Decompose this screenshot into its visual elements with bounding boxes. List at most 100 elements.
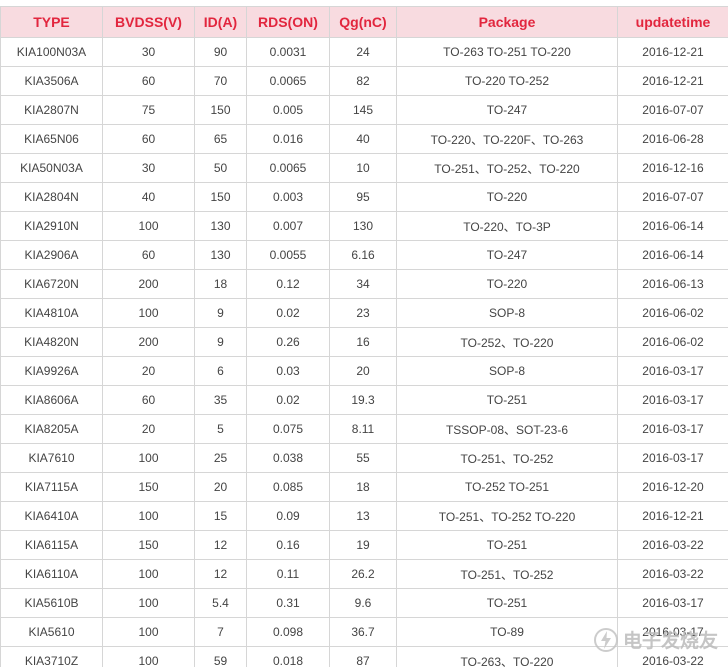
cell-rds-on: 0.007 [246, 211, 330, 241]
cell-bvdss: 100 [102, 443, 195, 473]
cell-updatetime: 2016-12-16 [617, 153, 728, 183]
cell-type: KIA100N03A [0, 37, 103, 67]
cell-bvdss: 100 [102, 617, 195, 647]
cell-package: SOP-8 [396, 356, 618, 386]
cell-type: KIA5610B [0, 588, 103, 618]
cell-type: KIA2807N [0, 95, 103, 125]
cell-bvdss: 150 [102, 530, 195, 560]
cell-package: TO-220、TO-220F、TO-263 [396, 124, 618, 154]
cell-package: TO-251 [396, 530, 618, 560]
cell-package: TO-251 [396, 385, 618, 415]
cell-rds-on: 0.12 [246, 269, 330, 299]
cell-type: KIA7610 [0, 443, 103, 473]
cell-rds-on: 0.03 [246, 356, 330, 386]
table-row: KIA100N03A 30 90 0.0031 24 TO-263 TO-251 TO-2… [0, 37, 728, 67]
cell-package: TO-220 TO-252 [396, 66, 618, 96]
cell-bvdss: 30 [102, 37, 195, 67]
cell-id: 5 [194, 414, 247, 444]
cell-type: KIA6115A [0, 530, 103, 560]
cell-package: TO-251、TO-252 TO-220 [396, 501, 618, 531]
column-header-rds-on: RDS(ON) [246, 6, 330, 38]
table-row: KIA6115A 150 12 0.16 19 TO-251 2016-03-22 [0, 530, 728, 560]
cell-rds-on: 0.003 [246, 182, 330, 212]
cell-id: 70 [194, 66, 247, 96]
cell-rds-on: 0.005 [246, 95, 330, 125]
column-header-updatetime: updatetime [617, 6, 728, 38]
cell-bvdss: 60 [102, 124, 195, 154]
table-row: KIA8606A 60 35 0.02 19.3 TO-251 2016-03-17 [0, 385, 728, 415]
cell-qg: 145 [329, 95, 397, 125]
cell-id: 150 [194, 182, 247, 212]
cell-package: TO-220 [396, 269, 618, 299]
cell-bvdss: 60 [102, 240, 195, 270]
cell-rds-on: 0.31 [246, 588, 330, 618]
cell-rds-on: 0.098 [246, 617, 330, 647]
cell-updatetime: 2016-03-17 [617, 414, 728, 444]
column-header-type: TYPE [0, 6, 103, 38]
cell-type: KIA2910N [0, 211, 103, 241]
cell-id: 5.4 [194, 588, 247, 618]
table-row: KIA2804N 40 150 0.003 95 TO-220 2016-07-07 [0, 182, 728, 212]
cell-bvdss: 100 [102, 588, 195, 618]
table-body: KIA100N03A 30 90 0.0031 24 TO-263 TO-251 TO-2… [0, 37, 728, 667]
cell-qg: 20 [329, 356, 397, 386]
table-header-row: TYPE BVDSS(V) ID(A) RDS(ON) Qg(nC) Package upd… [0, 6, 728, 38]
cell-bvdss: 200 [102, 269, 195, 299]
cell-type: KIA6410A [0, 501, 103, 531]
cell-bvdss: 100 [102, 298, 195, 328]
cell-type: KIA5610 [0, 617, 103, 647]
cell-updatetime: 2016-12-21 [617, 37, 728, 67]
cell-package: TO-251、TO-252、TO-220 [396, 153, 618, 183]
cell-bvdss: 100 [102, 211, 195, 241]
column-header-id: ID(A) [194, 6, 247, 38]
cell-updatetime: 2016-03-22 [617, 530, 728, 560]
table-row: KIA2910N 100 130 0.007 130 TO-220、TO-3P 2016-0… [0, 211, 728, 241]
cell-rds-on: 0.0065 [246, 66, 330, 96]
table-row: KIA4820N 200 9 0.26 16 TO-252、TO-220 2016-06-0… [0, 327, 728, 357]
cell-bvdss: 30 [102, 153, 195, 183]
cell-bvdss: 200 [102, 327, 195, 357]
cell-package: TO-252、TO-220 [396, 327, 618, 357]
cell-qg: 87 [329, 646, 397, 667]
cell-rds-on: 0.075 [246, 414, 330, 444]
cell-updatetime: 2016-03-17 [617, 443, 728, 473]
cell-updatetime: 2016-03-22 [617, 646, 728, 667]
cell-updatetime: 2016-07-07 [617, 95, 728, 125]
cell-package: TSSOP-08、SOT-23-6 [396, 414, 618, 444]
cell-updatetime: 2016-06-13 [617, 269, 728, 299]
table-row: KIA50N03A 30 50 0.0065 10 TO-251、TO-252、TO-22… [0, 153, 728, 183]
cell-id: 9 [194, 298, 247, 328]
cell-bvdss: 20 [102, 414, 195, 444]
cell-updatetime: 2016-12-21 [617, 66, 728, 96]
cell-id: 50 [194, 153, 247, 183]
cell-package: TO-251、TO-252 [396, 443, 618, 473]
cell-id: 130 [194, 240, 247, 270]
cell-qg: 82 [329, 66, 397, 96]
cell-bvdss: 75 [102, 95, 195, 125]
cell-updatetime: 2016-12-21 [617, 501, 728, 531]
cell-type: KIA4810A [0, 298, 103, 328]
cell-id: 9 [194, 327, 247, 357]
cell-bvdss: 20 [102, 356, 195, 386]
cell-qg: 19 [329, 530, 397, 560]
table-row: KIA9926A 20 6 0.03 20 SOP-8 2016-03-17 [0, 356, 728, 386]
cell-id: 150 [194, 95, 247, 125]
cell-qg: 24 [329, 37, 397, 67]
cell-bvdss: 60 [102, 66, 195, 96]
table-row: KIA5610 100 7 0.098 36.7 TO-89 2016-03-17 [0, 617, 728, 647]
column-header-qg: Qg(nC) [329, 6, 397, 38]
cell-qg: 6.16 [329, 240, 397, 270]
cell-type: KIA6720N [0, 269, 103, 299]
cell-qg: 26.2 [329, 559, 397, 589]
cell-updatetime: 2016-07-07 [617, 182, 728, 212]
page: TYPE BVDSS(V) ID(A) RDS(ON) Qg(nC) Package upd… [0, 0, 728, 667]
cell-package: TO-220 [396, 182, 618, 212]
cell-rds-on: 0.02 [246, 298, 330, 328]
column-header-package: Package [396, 6, 618, 38]
cell-rds-on: 0.16 [246, 530, 330, 560]
cell-rds-on: 0.016 [246, 124, 330, 154]
cell-id: 12 [194, 530, 247, 560]
cell-rds-on: 0.0065 [246, 153, 330, 183]
cell-qg: 13 [329, 501, 397, 531]
cell-rds-on: 0.0031 [246, 37, 330, 67]
